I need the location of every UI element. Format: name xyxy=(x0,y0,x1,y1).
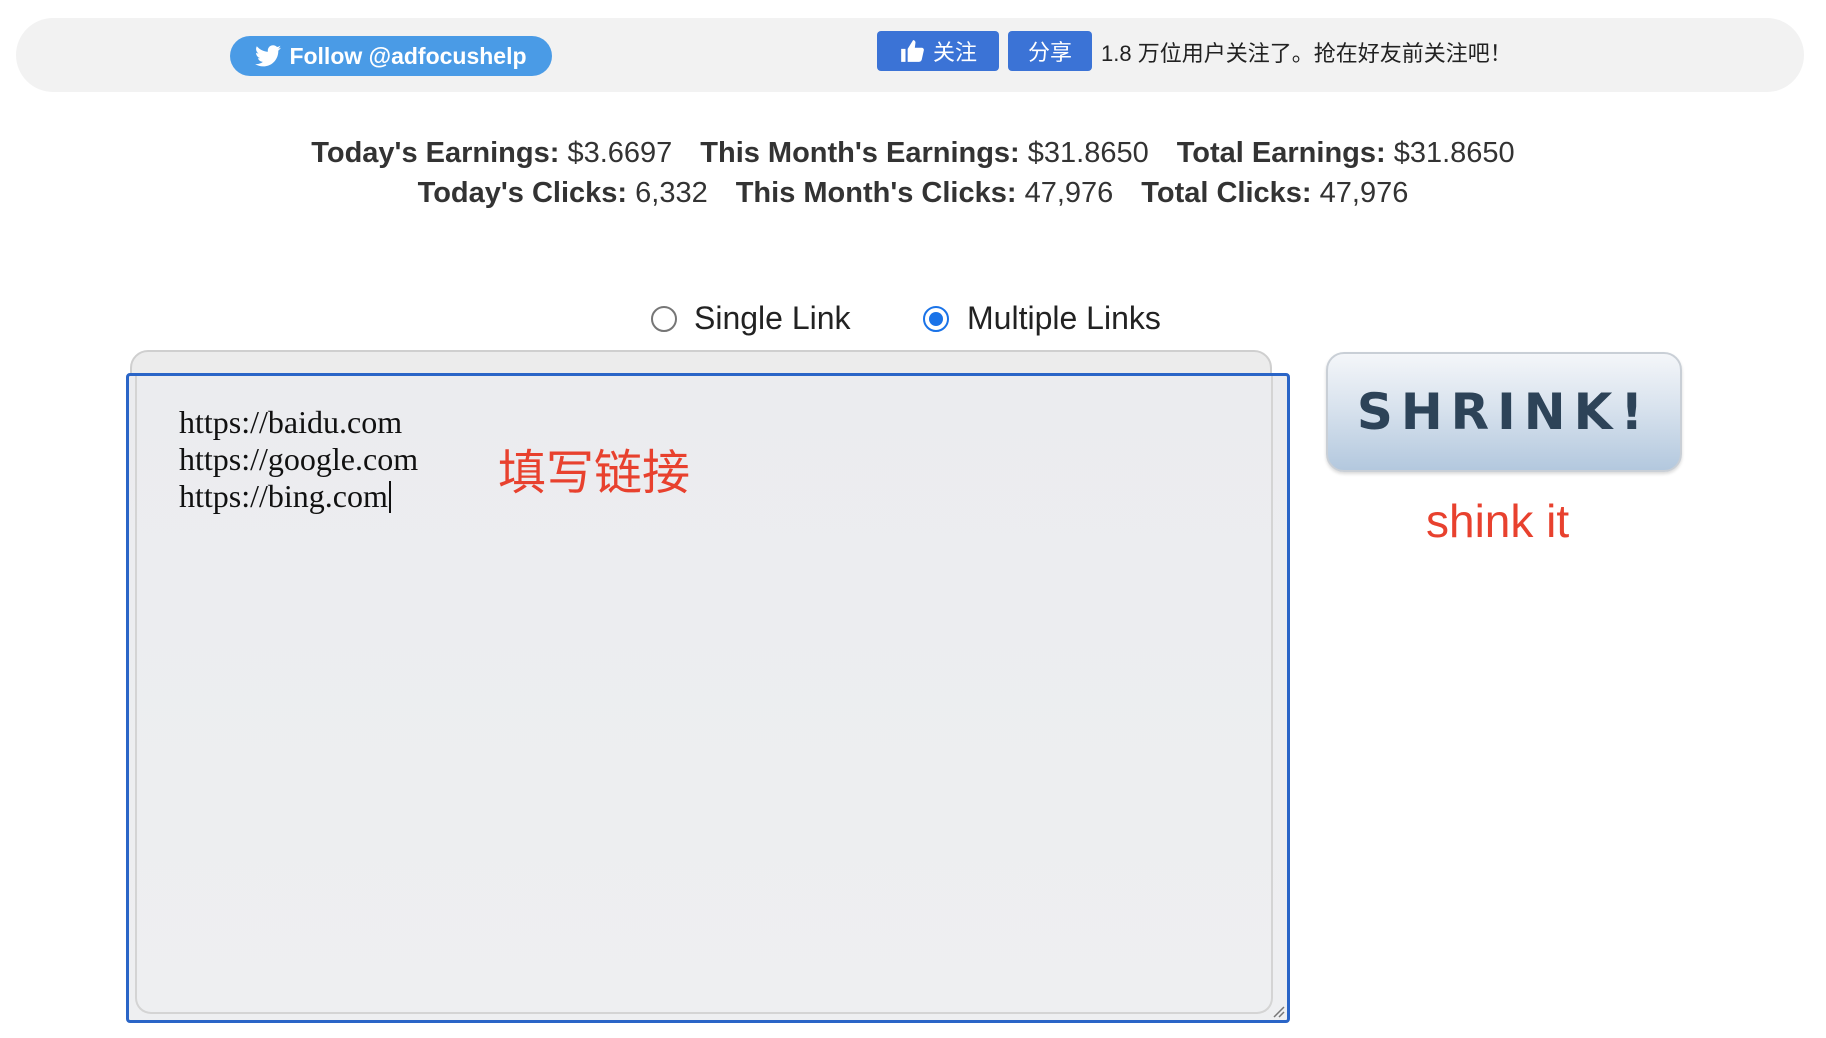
month-earnings-value: $31.8650 xyxy=(1027,137,1149,169)
total-earnings-value: $31.8650 xyxy=(1393,137,1515,169)
earnings-stats: Today's Earnings: $3.6697 This Month's Ea… xyxy=(0,137,1826,170)
facebook-like-label: 关注 xyxy=(932,40,977,65)
facebook-like-button[interactable]: 关注 xyxy=(877,31,999,71)
facebook-share-label: 分享 xyxy=(1027,40,1072,65)
twitter-follow-label: Follow @adfocushelp xyxy=(289,42,527,69)
single-link-label[interactable]: Single Link xyxy=(694,300,851,337)
link-line: https://baidu.com xyxy=(179,404,403,440)
total-earnings-label: Total Earnings: xyxy=(1176,137,1386,169)
resize-grip-icon[interactable] xyxy=(1271,1004,1285,1018)
link-line: https://google.com xyxy=(179,441,419,477)
link-line-text: https://bing.com xyxy=(179,478,388,514)
shrink-button[interactable]: SHRINK! xyxy=(1326,352,1682,472)
multiple-links-radio[interactable] xyxy=(923,306,949,332)
multiple-links-label[interactable]: Multiple Links xyxy=(967,300,1161,337)
month-clicks-value: 47,976 xyxy=(1024,177,1114,209)
shrink-it-annotation: shink it xyxy=(1426,495,1570,547)
today-clicks-value: 6,332 xyxy=(635,177,708,209)
links-textarea[interactable]: https://baidu.com https://google.com htt… xyxy=(126,373,1290,1023)
twitter-bird-icon xyxy=(255,45,282,67)
link-mode-selector: Single Link Multiple Links xyxy=(0,300,1826,340)
single-link-radio[interactable] xyxy=(651,306,677,332)
total-clicks-label: Total Clicks: xyxy=(1141,177,1312,209)
fill-links-annotation: 填写链接 xyxy=(498,447,691,500)
clicks-stats: Today's Clicks: 6,332 This Month's Clicks… xyxy=(0,177,1826,210)
twitter-follow-button[interactable]: Follow @adfocushelp xyxy=(230,36,552,76)
month-clicks-label: This Month's Clicks: xyxy=(735,177,1017,209)
link-line-last: https://bing.com xyxy=(179,478,418,515)
today-earnings-value: $3.6697 xyxy=(567,137,673,169)
today-earnings-label: Today's Earnings: xyxy=(311,137,560,169)
month-earnings-label: This Month's Earnings: xyxy=(700,137,1020,169)
links-text: https://baidu.com https://google.com htt… xyxy=(179,404,418,515)
text-caret xyxy=(388,481,391,513)
facebook-share-button[interactable]: 分享 xyxy=(1008,31,1092,71)
thumbs-up-icon xyxy=(901,40,924,62)
today-clicks-label: Today's Clicks: xyxy=(417,177,628,209)
total-clicks-value: 47,976 xyxy=(1319,177,1409,209)
facebook-follow-count: 1.8 万位用户关注了。抢在好友前关注吧！ xyxy=(1101,41,1512,66)
